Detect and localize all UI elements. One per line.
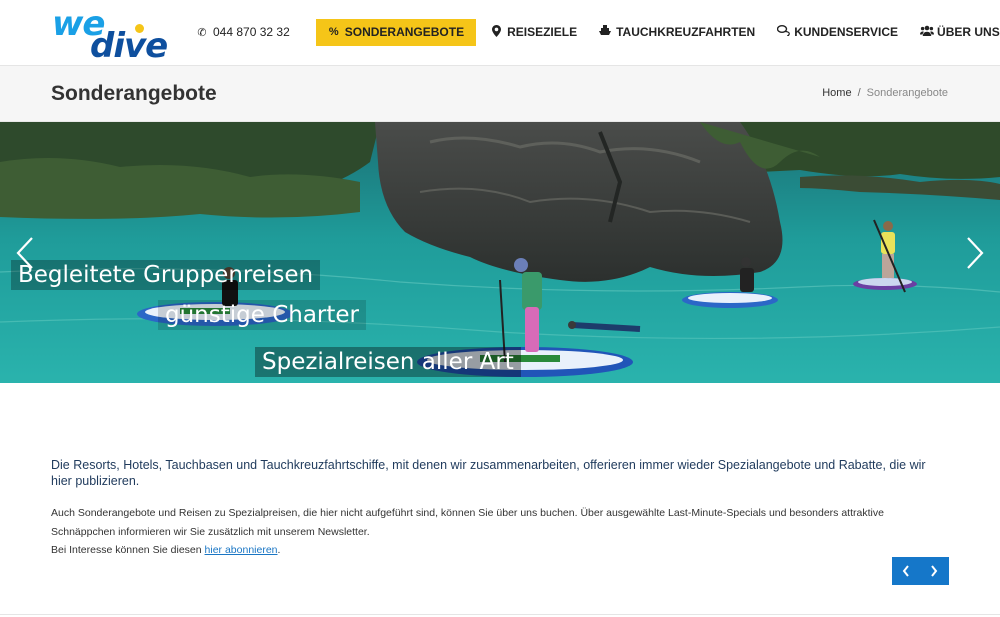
nav-item-ueber-uns[interactable]: Über uns	[920, 18, 1000, 46]
footer-divider	[0, 614, 1000, 615]
nav-label-reiseziele: Reiseziele	[507, 25, 578, 39]
users-icon	[920, 25, 935, 39]
intro-text: Die Resorts, Hotels, Tauchbasen und Tauc…	[51, 458, 926, 488]
chevron-right-icon	[931, 565, 938, 577]
slider-next-button[interactable]	[964, 236, 986, 270]
hero-caption-2: günstige Charter	[158, 300, 367, 330]
nav-label-tauchkreuzfahrten: Tauchkreuzfahrten	[616, 25, 756, 39]
breadcrumb: Home / Sonderangebote	[822, 87, 948, 99]
wedive-logo[interactable]: we dive	[52, 4, 174, 66]
chevron-right-icon	[967, 237, 984, 269]
breadcrumb-home-link[interactable]: Home	[822, 87, 851, 99]
paragraph-1: Auch Sonderangebote und Reisen zu Spezia…	[51, 507, 884, 538]
paragraph-2-suffix: .	[277, 544, 281, 556]
paragraph-2-prefix: Bei Interesse können Sie diesen	[51, 544, 205, 556]
paragraph-2: Bei Interesse können Sie diesen hier abo…	[51, 541, 951, 560]
nav-label-kundenservice: Kundenservice	[794, 25, 899, 39]
phone-link[interactable]: ✆ 044 870 32 32	[196, 18, 290, 46]
map-marker-icon	[490, 24, 502, 40]
hero-caption-1: Begleitete Gruppenreisen	[11, 260, 321, 290]
chevron-left-icon	[902, 565, 909, 577]
pager-next-button[interactable]	[920, 557, 948, 585]
page-title-bar: Sonderangebote Home / Sonderangebote	[0, 66, 1000, 122]
hero-caption-3: Spezialreisen aller Art	[255, 347, 521, 377]
pager-prev-button[interactable]	[892, 557, 920, 585]
logo-dive-text: dive	[90, 26, 168, 66]
breadcrumb-current: Sonderangebote	[866, 87, 948, 99]
hero-image	[0, 122, 1000, 383]
content-pager	[892, 557, 949, 585]
nav-label-sonderangebote: Sonderangebote	[344, 25, 465, 39]
chat-icon	[777, 25, 791, 39]
percent-icon: %	[328, 26, 339, 38]
site-header: we dive ✆ 044 870 32 32 % Sonderangebote…	[0, 0, 1000, 66]
nav-label-ueber-uns: Über uns	[937, 25, 1000, 39]
breadcrumb-separator: /	[857, 87, 861, 99]
nav-item-tauchkreuzfahrten[interactable]: Tauchkreuzfahrten	[599, 18, 755, 46]
nav-item-reiseziele[interactable]: Reiseziele	[490, 18, 577, 46]
slider-prev-button[interactable]	[14, 236, 36, 270]
ship-icon	[599, 25, 612, 39]
hero-slider: Begleitete Gruppenreisen günstige Charte…	[0, 122, 1000, 383]
chevron-left-icon	[16, 237, 33, 269]
logo-dot	[135, 24, 144, 33]
nav-item-kundenservice[interactable]: Kundenservice	[777, 18, 898, 46]
nav-item-sonderangebote[interactable]: % Sonderangebote	[315, 18, 477, 46]
newsletter-subscribe-link[interactable]: hier abonnieren	[205, 544, 278, 556]
body-text: Auch Sonderangebote und Reisen zu Spezia…	[51, 504, 951, 560]
phone-number: 044 870 32 32	[213, 25, 290, 39]
phone-icon: ✆	[197, 26, 207, 39]
main-nav: ✆ 044 870 32 32 % Sonderangebote Reisezi…	[196, 18, 1000, 46]
page-title: Sonderangebote	[51, 82, 217, 105]
